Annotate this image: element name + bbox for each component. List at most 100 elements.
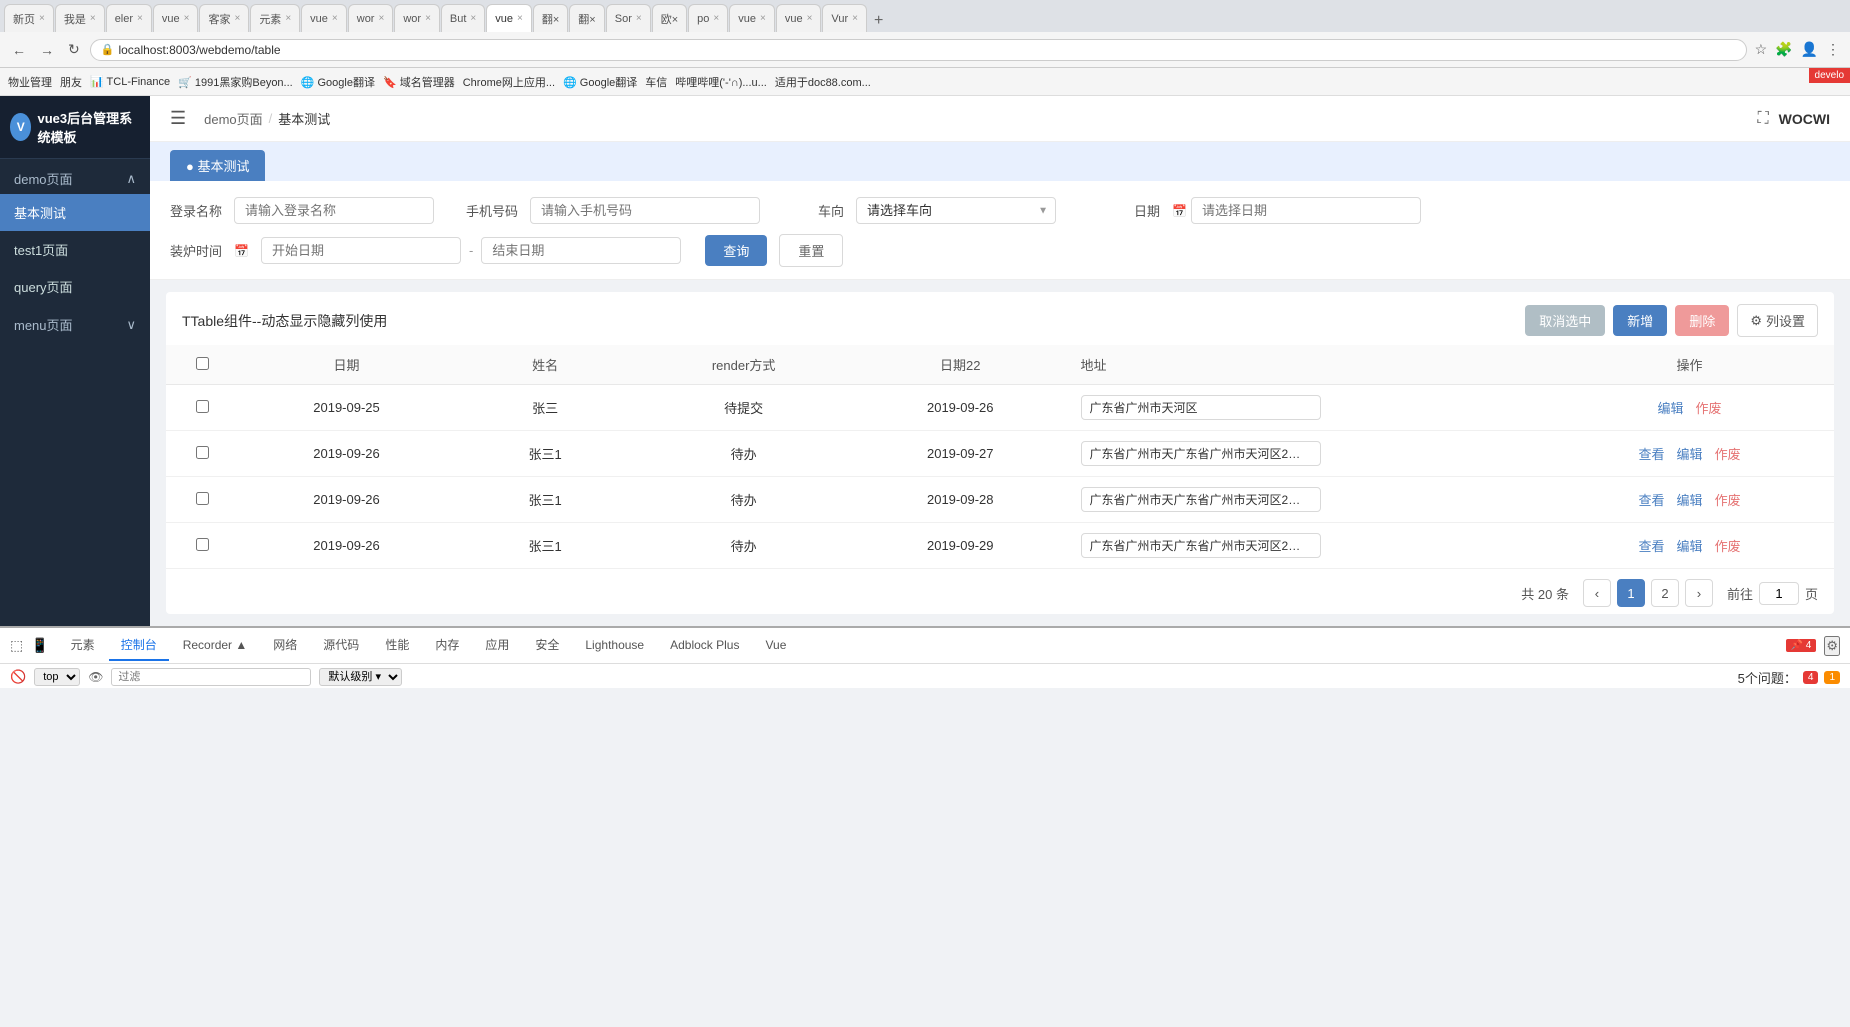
action-查看[interactable]: 查看	[1639, 493, 1665, 508]
browser-tab-8[interactable]: wor×	[348, 4, 394, 32]
page-btn-2[interactable]: 2	[1651, 579, 1679, 607]
devtools-filter-input[interactable]	[111, 668, 311, 686]
devtools-tab-console[interactable]: 控制台	[109, 630, 169, 661]
add-button[interactable]: 新增	[1613, 305, 1667, 336]
bookmark-chrome-store[interactable]: Chrome网上应用...	[463, 74, 555, 90]
action-编辑[interactable]: 编辑	[1677, 493, 1703, 508]
page-btn-1[interactable]: 1	[1617, 579, 1645, 607]
devtools-inspect-icon[interactable]: ⬚	[10, 637, 23, 654]
bookmark-wuye[interactable]: 物业管理	[8, 74, 52, 90]
action-查看[interactable]: 查看	[1639, 447, 1665, 462]
browser-tab-5[interactable]: 客家×	[199, 4, 249, 32]
browser-tab-15[interactable]: 欧×	[652, 4, 687, 32]
browser-tab-3[interactable]: eler×	[106, 4, 152, 32]
bookmark-doc88[interactable]: 适用于doc88.com...	[775, 74, 871, 90]
devtools-tab-elements[interactable]: 元素	[59, 630, 107, 661]
row-checkbox[interactable]	[196, 446, 209, 459]
action-编辑[interactable]: 编辑	[1677, 447, 1703, 462]
bookmark-pengyou[interactable]: 朋友	[60, 74, 82, 90]
devtools-tab-memory[interactable]: 内存	[423, 630, 471, 661]
devtools-tab-recorder[interactable]: Recorder ▲	[171, 632, 260, 660]
devtools-top-select[interactable]: top	[34, 668, 80, 686]
devtools-eye-button[interactable]: 👁	[88, 670, 103, 684]
devtools-device-icon[interactable]: 📱	[31, 637, 48, 654]
devtools-tab-sources[interactable]: 源代码	[311, 630, 371, 661]
browser-tab-7[interactable]: vue×	[301, 4, 347, 32]
breadcrumb-home[interactable]: demo页面	[204, 109, 263, 128]
sidebar-group-menu-title[interactable]: menu页面 ∨	[0, 305, 150, 340]
browser-tab-9[interactable]: wor×	[394, 4, 440, 32]
bookmark-chexin[interactable]: 车信	[645, 74, 667, 90]
forward-button[interactable]: →	[36, 40, 58, 60]
action-作废[interactable]: 作废	[1696, 401, 1722, 416]
devtools-tab-vue[interactable]: Vue	[753, 632, 798, 660]
browser-tab-12[interactable]: 翻×	[533, 4, 568, 32]
delete-button[interactable]: 删除	[1675, 305, 1729, 336]
end-date-input[interactable]	[481, 237, 681, 264]
row-checkbox[interactable]	[196, 400, 209, 413]
bookmark-bilibili[interactable]: 哔哩哔哩('-'∩)...u...	[675, 74, 767, 90]
profile-button[interactable]: 👤	[1799, 39, 1820, 60]
bookmark-tcl[interactable]: 📊 TCL-Finance	[90, 75, 170, 88]
devtools-tab-lighthouse[interactable]: Lighthouse	[573, 632, 656, 660]
tab-basic-test[interactable]: ● 基本测试	[170, 150, 265, 181]
reload-button[interactable]: ↻	[64, 39, 84, 60]
browser-tab-10[interactable]: But×	[441, 4, 485, 32]
extensions-button[interactable]: 🧩	[1773, 39, 1794, 60]
bookmark-google-translate2[interactable]: 🌐 Google翻译	[563, 74, 637, 90]
page-goto-input[interactable]	[1759, 582, 1799, 605]
select-all-checkbox[interactable]	[196, 357, 209, 370]
devtools-tab-application[interactable]: 应用	[473, 630, 521, 661]
browser-tab-13[interactable]: 翻×	[569, 4, 604, 32]
login-name-input[interactable]	[234, 197, 434, 224]
devtools-tab-adblock[interactable]: Adblock Plus	[658, 632, 751, 660]
browser-tab-1[interactable]: 新页×	[4, 4, 54, 32]
bookmark-domain[interactable]: 🔖 域名管理器	[383, 74, 455, 90]
menu-button[interactable]: ⋮	[1824, 39, 1842, 60]
devtools-level-select[interactable]: 默认级别 ▾	[319, 668, 402, 686]
page-next-button[interactable]: ›	[1685, 579, 1713, 607]
action-编辑[interactable]: 编辑	[1677, 539, 1703, 554]
bookmark-button[interactable]: ☆	[1753, 39, 1770, 60]
browser-tab-6[interactable]: 元素×	[250, 4, 300, 32]
phone-input[interactable]	[530, 197, 760, 224]
devtools-tab-security[interactable]: 安全	[523, 630, 571, 661]
page-prev-button[interactable]: ‹	[1583, 579, 1611, 607]
bookmark-1991[interactable]: 🛒 1991黑家购Beyon...	[178, 74, 293, 90]
browser-tab-17[interactable]: vue×	[729, 4, 775, 32]
devtools-tab-performance[interactable]: 性能	[373, 630, 421, 661]
devtools-clear-button[interactable]: 🚫	[10, 669, 26, 685]
browser-tab-14[interactable]: Sor×	[606, 4, 651, 32]
sidebar-item-basic-test[interactable]: 基本测试	[0, 194, 150, 231]
devtools-tab-network[interactable]: 网络	[261, 630, 309, 661]
date-input[interactable]	[1191, 197, 1421, 224]
browser-tab-active[interactable]: vue×	[486, 4, 532, 32]
browser-tab-18[interactable]: vue×	[776, 4, 822, 32]
cancel-select-button[interactable]: 取消选中	[1525, 305, 1605, 336]
action-编辑[interactable]: 编辑	[1658, 401, 1684, 416]
start-date-input[interactable]	[261, 237, 461, 264]
action-查看[interactable]: 查看	[1639, 539, 1665, 554]
query-button[interactable]: 查询	[705, 235, 767, 266]
browser-tab-19[interactable]: Vur×	[822, 4, 867, 32]
bookmark-google-translate[interactable]: 🌐 Google翻译	[301, 74, 375, 90]
back-button[interactable]: ←	[8, 40, 30, 60]
hamburger-button[interactable]: ☰	[170, 108, 186, 129]
action-作废[interactable]: 作废	[1715, 447, 1741, 462]
sidebar-item-test1[interactable]: test1页面	[0, 231, 150, 268]
row-checkbox[interactable]	[196, 538, 209, 551]
sidebar-group-demo-title[interactable]: demo页面 ∧	[0, 159, 150, 194]
direction-select[interactable]: 请选择车向	[856, 197, 1056, 224]
new-tab-button[interactable]: +	[868, 10, 889, 32]
browser-tab-16[interactable]: po×	[688, 4, 728, 32]
url-box[interactable]: 🔒 localhost:8003/webdemo/table	[90, 39, 1747, 61]
columns-button[interactable]: ⚙ 列设置	[1737, 304, 1818, 337]
action-作废[interactable]: 作废	[1715, 493, 1741, 508]
reset-button[interactable]: 重置	[779, 234, 843, 267]
devtools-settings-button[interactable]: ⚙	[1824, 636, 1840, 656]
browser-tab-4[interactable]: vue×	[153, 4, 199, 32]
fullscreen-button[interactable]: ⛶	[1757, 110, 1768, 128]
action-作废[interactable]: 作废	[1715, 539, 1741, 554]
browser-tab-2[interactable]: 我是×	[55, 4, 105, 32]
row-checkbox[interactable]	[196, 492, 209, 505]
